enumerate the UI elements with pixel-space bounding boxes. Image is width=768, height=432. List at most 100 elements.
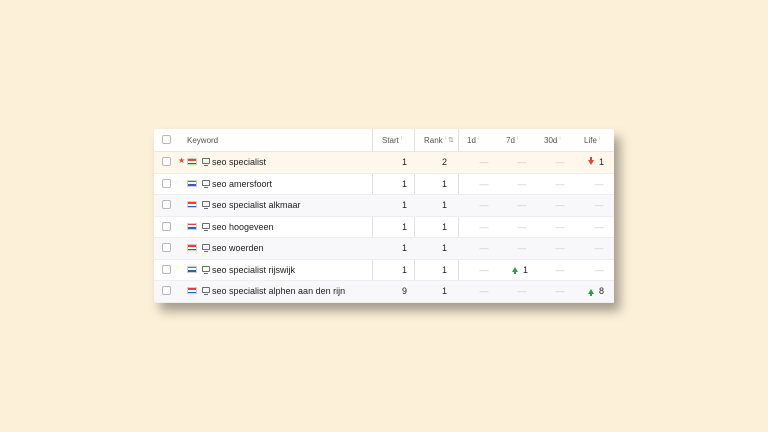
change-life: —: [594, 243, 604, 254]
row-checkbox[interactable]: [162, 286, 171, 296]
header-30d[interactable]: 30d ⁱ: [544, 129, 561, 151]
header-start-label: Start: [382, 135, 399, 145]
keyword-text[interactable]: seo hoogeveen: [212, 217, 274, 238]
header-7d-label: 7d: [506, 135, 515, 145]
info-icon: ⁱ: [516, 137, 519, 144]
start-rank: 1: [401, 157, 407, 168]
change-30d: —: [555, 157, 565, 168]
header-7d[interactable]: 7d ⁱ: [506, 129, 518, 151]
header-start[interactable]: Start ⁱ: [382, 129, 402, 151]
desktop-icon: [202, 179, 210, 188]
desktop-icon: [202, 265, 210, 274]
change-30d: —: [555, 200, 565, 211]
netherlands-flag-icon: [187, 158, 197, 166]
start-rank: 9: [401, 286, 407, 297]
change-30d: —: [555, 221, 565, 232]
change-life: —: [594, 221, 604, 232]
change-1d: —: [479, 157, 489, 168]
header-life[interactable]: Life ⁱ: [584, 129, 600, 151]
keyword-text[interactable]: seo specialist: [212, 152, 266, 173]
keyword-text[interactable]: seo specialist alkmaar: [212, 195, 301, 216]
select-all-checkbox[interactable]: [162, 135, 171, 144]
change-30d: —: [555, 178, 565, 189]
row-checkbox[interactable]: [162, 178, 171, 188]
start-rank: 1: [401, 200, 407, 211]
change-7d-value: 1: [522, 264, 528, 275]
table-header: Keyword Start ⁱ Rank ⁱ ⇅ 1d ⁱ 7d ⁱ 30d ⁱ…: [154, 129, 614, 152]
info-icon: ⁱ: [559, 137, 561, 144]
change-life: —: [594, 264, 604, 275]
start-rank: 1: [401, 178, 407, 189]
change-life-value: 8: [598, 286, 604, 297]
row-checkbox[interactable]: [162, 221, 171, 231]
keyword-rank-table: Keyword Start ⁱ Rank ⁱ ⇅ 1d ⁱ 7d ⁱ 30d ⁱ…: [154, 129, 614, 303]
arrow-up-icon: [511, 267, 518, 275]
desktop-icon: [202, 222, 210, 231]
table-row[interactable]: seo amersfoort 1 1 — — — —: [154, 174, 614, 195]
arrow-down-icon: [587, 156, 594, 165]
change-1d: —: [479, 243, 489, 254]
current-rank: 1: [441, 264, 447, 275]
netherlands-flag-icon: [187, 201, 197, 209]
desktop-icon: [202, 201, 210, 210]
current-rank: 1: [441, 200, 447, 211]
sort-icon: ⇅: [447, 137, 454, 144]
change-7d: —: [517, 178, 527, 189]
keyword-text[interactable]: seo woerden: [212, 238, 264, 259]
header-1d-label: 1d: [467, 135, 476, 145]
current-rank: 1: [441, 178, 447, 189]
row-checkbox[interactable]: [162, 157, 171, 167]
netherlands-flag-icon: [187, 244, 197, 252]
keyword-text[interactable]: seo specialist rijswijk: [212, 260, 295, 281]
table-row[interactable]: seo woerden 1 1 — — — —: [154, 238, 614, 260]
header-life-label: Life: [584, 135, 597, 145]
netherlands-flag-icon: [187, 222, 197, 230]
change-7d: —: [517, 286, 527, 297]
header-keyword[interactable]: Keyword: [187, 129, 218, 151]
current-rank: 1: [441, 221, 447, 232]
info-icon: ⁱ: [444, 137, 446, 144]
table-row[interactable]: seo specialist rijswijk 1 1 — 1 — —: [154, 260, 614, 281]
keyword-text[interactable]: seo amersfoort: [212, 174, 272, 195]
change-7d: 1: [504, 260, 528, 281]
change-1d: —: [479, 264, 489, 275]
info-icon: ⁱ: [477, 137, 480, 144]
current-rank: 1: [441, 243, 447, 254]
table-row[interactable]: ★ seo specialist 1 2 — — — 1: [154, 152, 614, 174]
start-rank: 1: [401, 243, 407, 254]
change-1d: —: [479, 221, 489, 232]
change-7d: —: [517, 200, 527, 211]
info-icon: ⁱ: [400, 137, 403, 144]
table-row[interactable]: seo hoogeveen 1 1 — — — —: [154, 217, 614, 238]
start-rank: 1: [401, 221, 407, 232]
desktop-icon: [202, 244, 210, 253]
star-icon[interactable]: ★: [178, 156, 185, 165]
change-life: —: [594, 178, 604, 189]
change-30d: —: [555, 286, 565, 297]
row-checkbox[interactable]: [162, 243, 171, 253]
desktop-icon: [202, 287, 210, 296]
header-1d[interactable]: 1d ⁱ: [467, 129, 479, 151]
start-rank: 1: [401, 264, 407, 275]
header-30d-label: 30d: [544, 135, 558, 145]
table-row[interactable]: seo specialist alphen aan den rijn 9 1 —…: [154, 281, 614, 303]
header-rank[interactable]: Rank ⁱ ⇅: [424, 129, 454, 151]
change-life: —: [594, 200, 604, 211]
row-checkbox[interactable]: [162, 200, 171, 210]
change-7d: —: [517, 221, 527, 232]
keyword-text[interactable]: seo specialist alphen aan den rijn: [212, 281, 345, 302]
change-life: 8: [584, 281, 604, 302]
netherlands-flag-icon: [187, 179, 197, 187]
change-life: 1: [584, 152, 604, 173]
change-7d: —: [517, 157, 527, 168]
header-rank-label: Rank: [424, 135, 443, 145]
current-rank: 2: [441, 157, 447, 168]
info-icon: ⁱ: [598, 137, 601, 144]
netherlands-flag-icon: [187, 265, 197, 273]
table-row[interactable]: seo specialist alkmaar 1 1 — — — —: [154, 195, 614, 217]
netherlands-flag-icon: [187, 287, 197, 295]
desktop-icon: [202, 158, 210, 167]
row-checkbox[interactable]: [162, 264, 171, 274]
change-1d: —: [479, 286, 489, 297]
change-life-value: 1: [598, 157, 604, 168]
